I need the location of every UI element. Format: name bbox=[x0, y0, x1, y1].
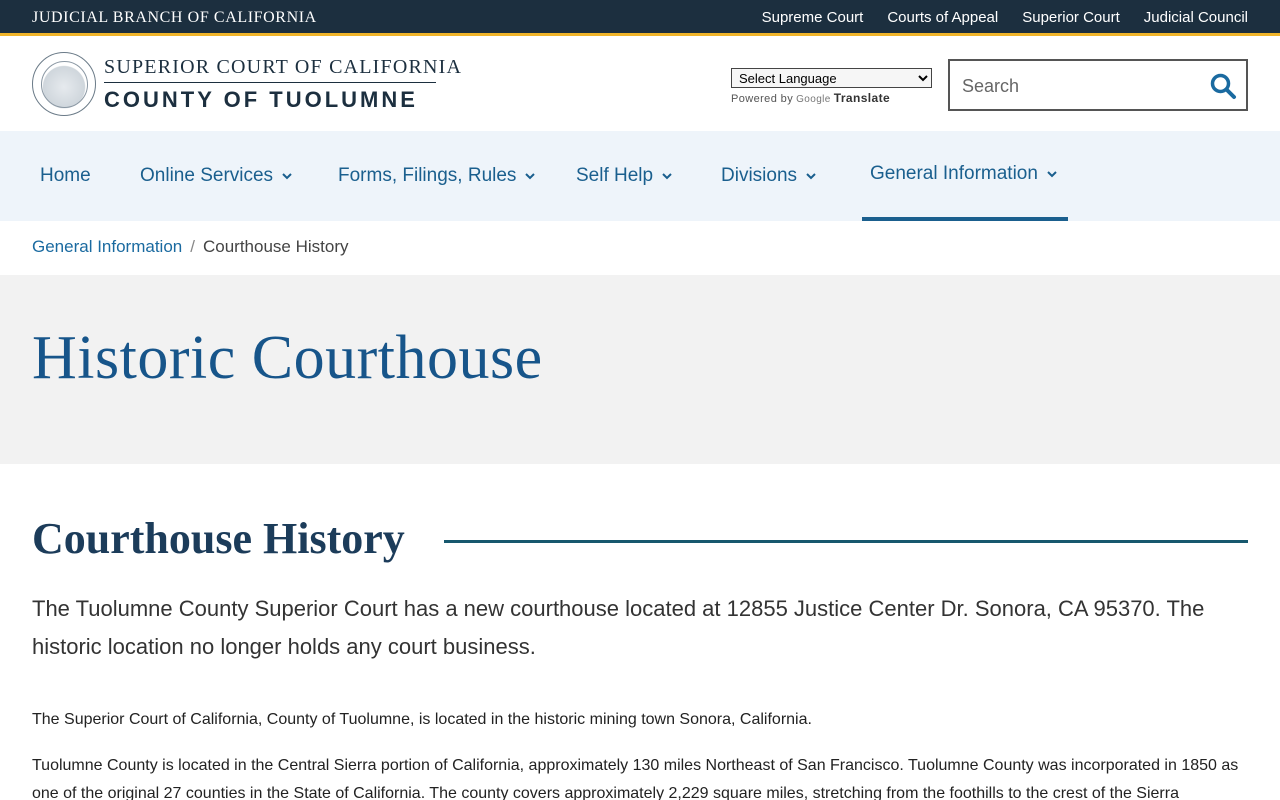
body-paragraph-1: The Superior Court of California, County… bbox=[32, 711, 812, 728]
lead-paragraph: The Tuolumne County Superior Court has a… bbox=[32, 596, 1205, 659]
nav-general-information[interactable]: General Information bbox=[862, 131, 1068, 221]
nav-divisions-label: Divisions bbox=[721, 165, 798, 186]
judicial-branch-brand[interactable]: JUDICIAL BRANCH OF CALIFORNIA bbox=[32, 9, 317, 27]
translate-link[interactable]: Translate bbox=[834, 91, 890, 105]
google-logo-text: Google bbox=[796, 94, 831, 105]
nav-forms-label: Forms, Filings, Rules bbox=[338, 165, 517, 186]
nav-self-help[interactable]: Self Help bbox=[568, 131, 681, 221]
main-nav: Home Online Services Forms, Filings, Rul… bbox=[0, 131, 1280, 221]
breadcrumb-general-information[interactable]: General Information bbox=[32, 237, 182, 257]
breadcrumb: General Information / Courthouse History bbox=[32, 237, 349, 257]
nav-home[interactable]: Home bbox=[32, 131, 99, 221]
search-icon bbox=[1210, 73, 1236, 99]
nav-online-services-label: Online Services bbox=[140, 165, 274, 186]
chevron-down-icon bbox=[282, 173, 292, 180]
logo-court-name[interactable]: SUPERIOR COURT OF CALIFORNIA bbox=[104, 56, 462, 79]
court-seal-icon[interactable] bbox=[32, 52, 96, 116]
page-hero: Historic Courthouse bbox=[0, 275, 1280, 464]
chevron-down-icon bbox=[806, 173, 816, 180]
chevron-down-icon bbox=[525, 173, 536, 180]
nav-divisions[interactable]: Divisions bbox=[713, 131, 825, 221]
top-utility-bar: JUDICIAL BRANCH OF CALIFORNIA Supreme Co… bbox=[0, 0, 1280, 36]
chevron-down-icon bbox=[1047, 171, 1057, 178]
nav-general-information-label: General Information bbox=[870, 163, 1038, 184]
site-header: SUPERIOR COURT OF CALIFORNIA COUNTY OF T… bbox=[0, 39, 1280, 131]
link-superior-court[interactable]: Superior Court bbox=[1022, 9, 1120, 26]
language-select[interactable]: Select Language bbox=[731, 68, 932, 88]
search-input[interactable] bbox=[962, 73, 1202, 99]
section-title: Courthouse History bbox=[32, 514, 405, 563]
link-judicial-council[interactable]: Judicial Council bbox=[1144, 9, 1248, 26]
breadcrumb-current: Courthouse History bbox=[202, 237, 349, 256]
top-links: Supreme Court Courts of Appeal Superior … bbox=[762, 9, 1248, 26]
nav-online-services[interactable]: Online Services bbox=[132, 131, 301, 221]
page-title: Historic Courthouse bbox=[32, 324, 543, 392]
breadcrumb-separator: / bbox=[190, 237, 195, 256]
logo-divider bbox=[104, 82, 436, 83]
logo-county-name[interactable]: COUNTY OF TUOLUMNE bbox=[104, 87, 418, 113]
link-courts-of-appeal[interactable]: Courts of Appeal bbox=[887, 9, 998, 26]
link-supreme-court[interactable]: Supreme Court bbox=[762, 9, 864, 26]
powered-by-label: Powered by bbox=[731, 93, 794, 105]
chevron-down-icon bbox=[662, 173, 672, 180]
powered-by-google-translate: Powered by Google Translate bbox=[731, 91, 890, 105]
search-box bbox=[948, 59, 1248, 111]
section-divider bbox=[444, 540, 1248, 543]
body-paragraph-2: Tuolumne County is located in the Centra… bbox=[32, 757, 1239, 800]
nav-forms-filings-rules[interactable]: Forms, Filings, Rules bbox=[330, 131, 544, 221]
nav-self-help-label: Self Help bbox=[576, 165, 654, 186]
search-button[interactable] bbox=[1208, 71, 1238, 101]
nav-home-label: Home bbox=[40, 165, 91, 186]
